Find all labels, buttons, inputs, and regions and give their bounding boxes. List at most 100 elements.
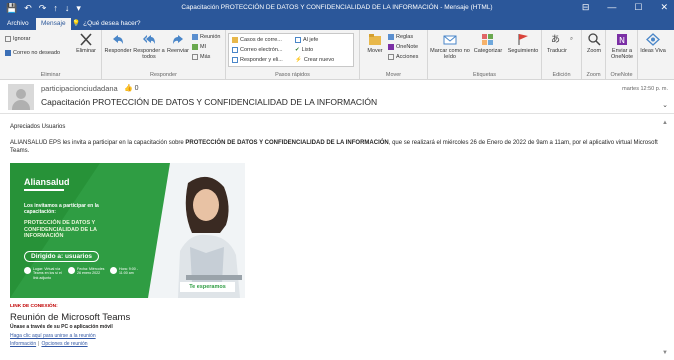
categorize-button[interactable]: Categorizar xyxy=(470,33,506,54)
rules-icon xyxy=(388,34,394,40)
woman-with-laptop-photo xyxy=(140,163,245,298)
calendar-icon xyxy=(68,267,75,274)
thumbs-up-icon: 👍 xyxy=(124,85,133,92)
quick-step-label: Al jefe xyxy=(303,37,319,43)
reply-all-button[interactable]: Responder a todos xyxy=(132,33,166,60)
reply-delete-icon xyxy=(232,57,238,63)
quick-step-crear[interactable]: ⚡ Crear nuevo xyxy=(295,57,334,63)
more-respond-button[interactable]: Más xyxy=(192,54,210,60)
onenote-move-button[interactable]: OneNote xyxy=(388,44,418,50)
folder-icon xyxy=(232,37,238,43)
ribbon-options-button[interactable]: ⊟ xyxy=(582,2,590,13)
group-responder: Responder Responder a todos Reenviar Reu… xyxy=(102,30,226,80)
reply-label: Responder xyxy=(104,48,132,54)
avatar-head xyxy=(16,89,26,99)
group-zoom: Zoom Zoom xyxy=(582,30,606,80)
scroll-down-arrow-icon[interactable]: ▼ xyxy=(662,350,668,356)
reply-button[interactable]: Responder xyxy=(104,33,132,54)
quick-step-al-jefe[interactable]: Al jefe xyxy=(295,37,318,43)
ignore-button[interactable]: Ignorar xyxy=(5,36,30,42)
scroll-up-arrow-icon[interactable]: ▲ xyxy=(662,120,668,126)
aliansalud-logo: Aliansalud xyxy=(24,177,70,187)
meeting-button[interactable]: Reunión xyxy=(192,34,221,40)
viva-insights-icon xyxy=(646,33,660,46)
meeting-options-link[interactable]: Opciones de reunión xyxy=(41,341,87,347)
meeting-label: Reunión xyxy=(200,34,221,40)
group-label-etiquetas: Etiquetas xyxy=(473,72,496,78)
quick-steps-gallery: Casos de corre... Al jefe Correo electró… xyxy=(228,33,354,67)
sender-name[interactable]: participacionciudadana xyxy=(41,84,118,93)
group-label-edicion: Edición xyxy=(552,72,571,78)
lightning-icon: ⚡ xyxy=(295,57,302,63)
tell-me-text: ¿Qué desea hacer? xyxy=(83,20,141,27)
move-label: Mover xyxy=(367,48,383,54)
close-button[interactable]: ✕ xyxy=(660,2,668,13)
actions-icon xyxy=(388,54,394,60)
tab-archivo[interactable]: Archivo xyxy=(2,18,34,30)
reply-icon xyxy=(113,35,123,44)
group-label-onenote: OneNote xyxy=(610,72,633,78)
search-small-icon: ⌕ xyxy=(570,36,574,42)
minimize-button[interactable]: — xyxy=(607,2,616,13)
im-button[interactable]: MI xyxy=(192,44,206,50)
rules-button[interactable]: Reglas xyxy=(388,34,413,40)
calendar-icon xyxy=(192,34,198,40)
window-title: Capacitación PROTECCIÓN DE DATOS Y CONFI… xyxy=(181,4,493,11)
delete-button[interactable]: Eliminar xyxy=(73,33,99,54)
follow-up-button[interactable]: Seguimiento xyxy=(506,33,540,54)
join-meeting-link[interactable]: Haga clic aquí para unirse a la reunión xyxy=(10,333,96,339)
meeting-links: Información | Opciones de reunión xyxy=(10,341,88,347)
flag-icon xyxy=(518,34,528,45)
group-label-mover: Mover xyxy=(385,72,402,78)
quick-step-responder[interactable]: Responder y eli... xyxy=(232,57,283,63)
quick-step-listo[interactable]: ✔ Listo xyxy=(295,47,313,53)
send-to-onenote-button[interactable]: N Enviar a OneNote xyxy=(607,33,637,60)
quick-step-casos[interactable]: Casos de corre... xyxy=(232,37,282,43)
quick-step-correo[interactable]: Correo electrón... xyxy=(232,47,283,53)
body-paragraph: ALIANSALUD EPS les invita a participar e… xyxy=(10,139,665,155)
window-controls: ⊟ — ☐ ✕ xyxy=(582,2,668,13)
im-label: MI xyxy=(200,44,207,50)
actions-label: Acciones xyxy=(396,54,419,60)
junk-icon xyxy=(5,50,11,56)
actions-button[interactable]: Acciones xyxy=(388,54,418,60)
group-label-eliminar: Eliminar xyxy=(40,72,61,78)
message-subject: Capacitación PROTECCIÓN DE DATOS Y CONFI… xyxy=(41,97,378,107)
paragraph-start: ALIANSALUD EPS les invita a participar e… xyxy=(10,140,186,146)
likes-counter[interactable]: 👍 0 xyxy=(124,84,139,92)
search-edit-button[interactable]: ⌕ xyxy=(570,36,573,43)
banner-cta: Te esperamos xyxy=(180,282,235,292)
mark-unread-button[interactable]: Marcar como no leído xyxy=(430,33,470,60)
viva-insights-button[interactable]: Ideas Viva xyxy=(640,33,666,54)
move-button[interactable]: Mover xyxy=(364,33,386,54)
forward-button[interactable]: Reenviar xyxy=(165,33,191,54)
greeting-text: Apreciados Usuarios xyxy=(10,124,66,130)
zoom-button[interactable]: Zoom xyxy=(583,33,605,54)
sender-avatar xyxy=(8,84,34,110)
zoom-label: Zoom xyxy=(586,48,602,54)
svg-text:N: N xyxy=(619,36,625,45)
expand-header-icon[interactable]: ⌄ xyxy=(662,101,668,109)
mark-unread-label: Marcar como no leído xyxy=(430,48,470,60)
more-info-link[interactable]: Información xyxy=(10,341,36,347)
tell-me-box[interactable]: 💡 ¿Qué desea hacer? xyxy=(72,18,141,30)
group-ideas: Ideas Viva xyxy=(638,30,674,80)
location-icon xyxy=(24,267,31,274)
join-instructions: Únase a través de su PC o aplicación móv… xyxy=(10,324,113,330)
group-label-responder: Responder xyxy=(150,72,177,78)
tab-mensaje[interactable]: Mensaje xyxy=(36,18,71,30)
categorize-label: Categorizar xyxy=(473,48,503,54)
restore-button[interactable]: ☐ xyxy=(634,2,642,13)
banner-place: Lugar: Virtual vía Teams en los sí el li… xyxy=(24,267,64,280)
svg-text:あ: あ xyxy=(551,34,560,45)
junk-button[interactable]: Correo no deseado xyxy=(5,50,60,56)
group-label-pasos-rapidos: Pasos rápidos xyxy=(275,72,310,78)
likes-count: 0 xyxy=(134,85,139,92)
quick-step-label: Correo electrón... xyxy=(240,47,283,53)
translate-button[interactable]: あ Traducir xyxy=(545,33,569,54)
reply-all-icon xyxy=(143,35,155,44)
invitation-banner: Aliansalud Los invitamos a participar en… xyxy=(10,163,245,298)
clock-icon xyxy=(110,267,117,274)
delete-icon xyxy=(80,33,92,46)
move-folder-icon xyxy=(369,34,381,45)
